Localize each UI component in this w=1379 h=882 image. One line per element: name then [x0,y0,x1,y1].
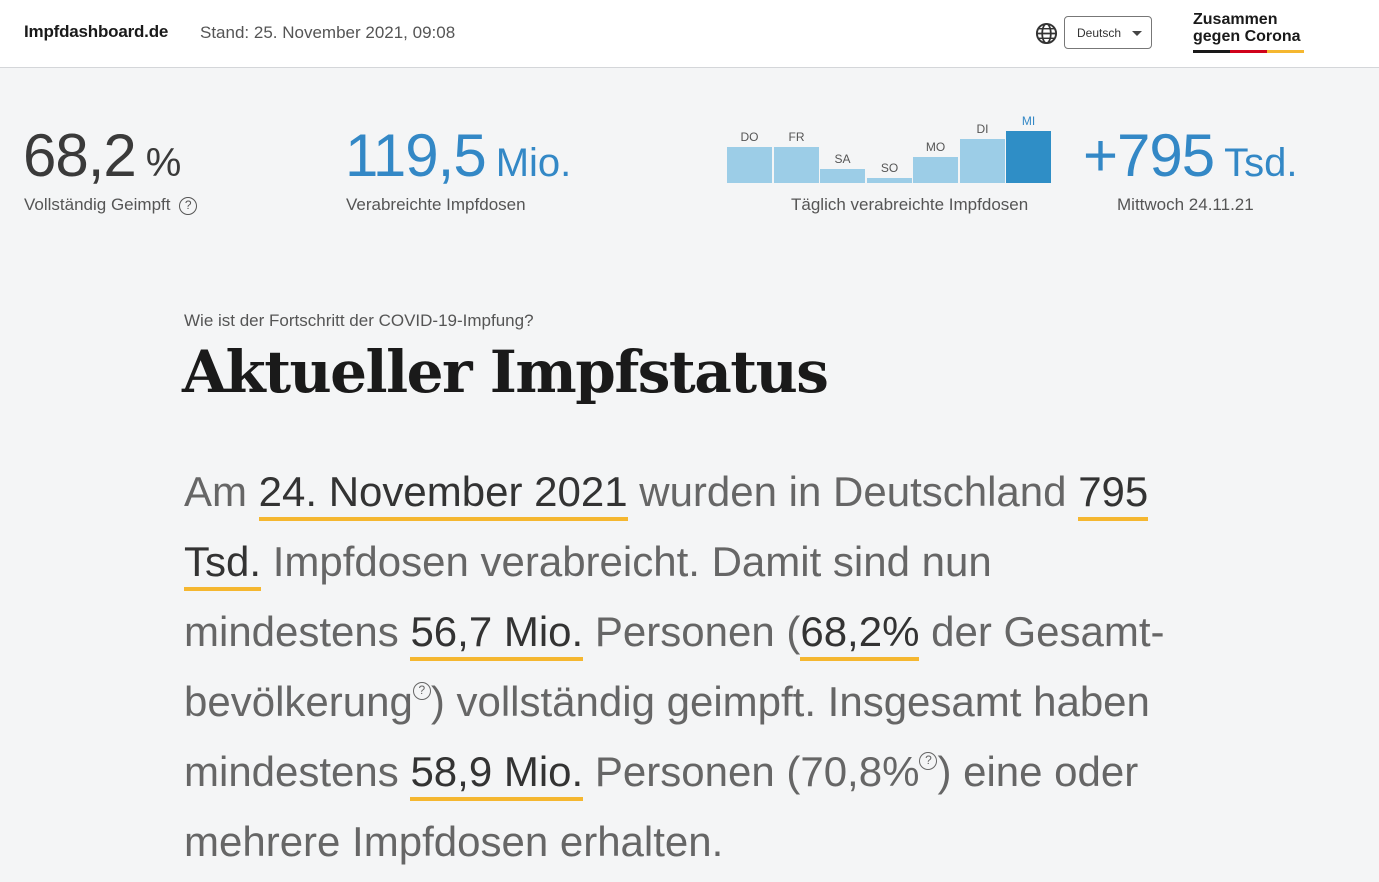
help-icon[interactable]: ? [179,197,198,215]
chart-day-label: MI [1021,114,1036,128]
help-icon[interactable]: ? [412,682,431,700]
status-paragraph: Am 24. November 2021 wurden in Deutschla… [184,457,1184,877]
kpi-vollstaendig-unit: % [145,141,182,185]
chart-bar-mi[interactable] [1006,131,1051,183]
highlight-date: 24. November 2021 [258,468,628,521]
kpi-vollstaendig-value: 68,2% [23,126,181,193]
chart-day-label: FR [788,130,805,144]
text-am: Am [184,468,259,515]
chevron-down-icon [1132,31,1142,36]
kpi-vollstaendig-number: 68,2 [23,122,137,189]
kpi-dosen-unit: Mio. [495,141,572,185]
kpi-dosen-number: 119,5 [345,122,487,189]
page-title: Aktueller Impfstatus [182,338,829,406]
kpi-vollstaendig-label-row: Vollständig Geimpft ? [24,195,198,215]
chart-label: Täglich verabreichte Impfdosen [791,195,1029,214]
logo-line-2: gegen Corona [1193,28,1301,45]
language-select[interactable]: Deutsch [1064,16,1152,49]
text-personen-1: Personen ( [583,608,801,655]
chart-bar-fr[interactable] [774,147,819,183]
chart-day-label: DO [740,130,759,144]
text-personen-2: Personen (70,8% [583,748,920,795]
kpi-vollstaendig-label: Vollständig Geimpft [24,195,171,214]
highlight-at-least-one: 58,9 Mio. [410,748,584,801]
kpi-mittwoch-unit: Tsd. [1224,141,1298,185]
chart-bar-di[interactable] [960,139,1005,183]
kpi-mittwoch-label: Mittwoch 24.11.21 [1117,195,1254,214]
chart-bar-do[interactable] [727,147,772,183]
kpi-mittwoch-value: +795 Tsd. [1083,126,1298,193]
chart-bar-sa[interactable] [820,169,865,183]
logo-flag-stripe [1193,50,1304,53]
chart-day-label: DI [976,122,989,136]
chart-day-label: MO [925,140,946,154]
highlight-percent: 68,2% [800,608,920,661]
kpi-dosen-label: Verabreichte Impfdosen [346,195,526,214]
section-kicker: Wie ist der Fortschritt der COVID-19-Imp… [184,311,534,330]
globe-icon[interactable] [1035,22,1058,45]
brand-link[interactable]: Impfdashboard.de [24,22,168,42]
stand-timestamp: Stand: 25. November 2021, 09:08 [200,23,456,42]
kpi-dosen-value: 119,5 Mio. [345,126,571,193]
logo-line-1: Zusammen [1193,11,1278,28]
text-wurden: wurden in Deutschland [627,468,1079,515]
chart-bar-mo[interactable] [913,157,958,183]
chart-bar-so[interactable] [867,178,912,183]
help-icon[interactable]: ? [919,752,938,770]
chart-day-label: SA [834,152,851,166]
daily-doses-chart: DO FR SA SO MO DI MI [727,110,1051,183]
kpi-mittwoch-number: +795 [1083,122,1215,189]
language-select-value: Deutsch [1077,26,1122,40]
zusammen-gegen-corona-logo[interactable]: Zusammen gegen Corona [1193,11,1301,45]
highlight-fully-vaccinated: 56,7 Mio. [410,608,584,661]
top-header: Impfdashboard.de Stand: 25. November 202… [0,0,1379,68]
chart-day-label: SO [880,161,899,175]
